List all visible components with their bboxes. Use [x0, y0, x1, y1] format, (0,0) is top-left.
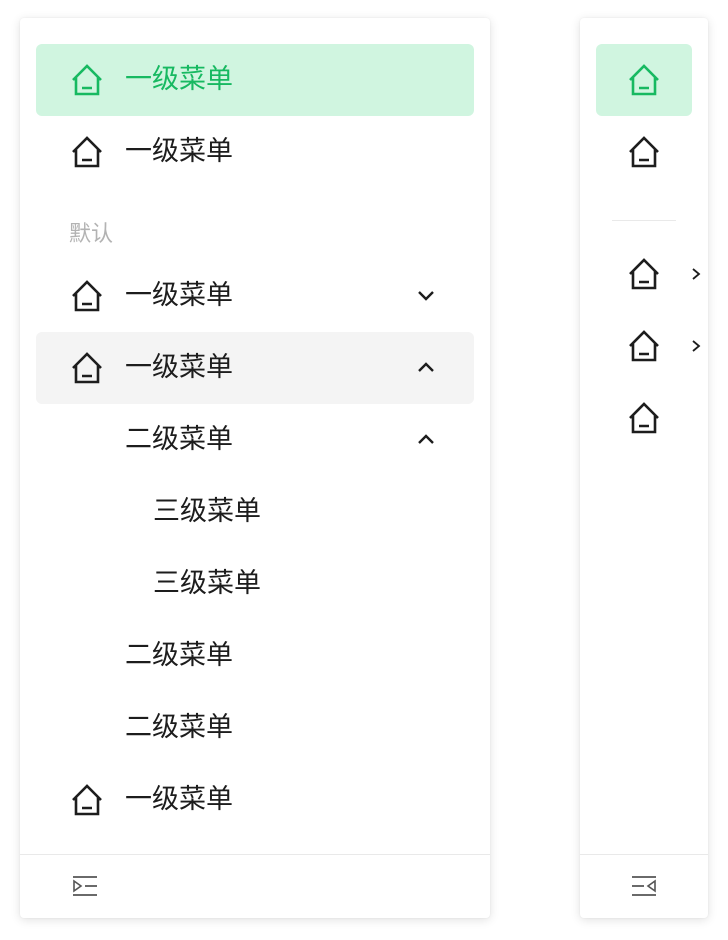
submenu-item-label: 二级菜单	[125, 424, 233, 455]
home-icon	[68, 349, 106, 387]
menu-item-label: 一级菜单	[125, 280, 233, 311]
third-level-item-label: 三级菜单	[153, 568, 261, 599]
collapsed-item-5[interactable]	[596, 382, 692, 454]
menu-collapsed	[580, 18, 708, 918]
submenu-item-3[interactable]: 二级菜单	[36, 692, 474, 764]
menu-expanded: 一级菜单 一级菜单 默认 一级菜单 一级菜单 二级菜单 三级菜单 三级菜单 二级…	[20, 18, 490, 918]
collapse-expand-icon[interactable]	[72, 875, 98, 897]
menu-item-1-active[interactable]: 一级菜单	[36, 44, 474, 116]
menu-item-3[interactable]: 一级菜单	[36, 260, 474, 332]
home-icon	[625, 399, 663, 437]
home-icon	[625, 61, 663, 99]
collapsed-item-1-active[interactable]	[596, 44, 692, 116]
menu-item-2[interactable]: 一级菜单	[36, 116, 474, 188]
third-level-item-1[interactable]: 三级菜单	[36, 476, 474, 548]
submenu-item-1[interactable]: 二级菜单	[36, 404, 474, 476]
menu-item-label: 一级菜单	[125, 136, 233, 167]
chevron-right-icon	[692, 268, 701, 280]
group-title: 默认	[69, 222, 114, 247]
chevron-up-icon[interactable]	[414, 428, 438, 452]
menu-item-label: 一级菜单	[125, 352, 233, 383]
home-icon	[68, 781, 106, 819]
home-icon	[68, 277, 106, 315]
menu-item-4-open[interactable]: 一级菜单	[36, 332, 474, 404]
menu-item-label: 一级菜单	[125, 64, 233, 95]
third-level-item-2[interactable]: 三级菜单	[36, 548, 474, 620]
menu-item-5[interactable]: 一级菜单	[36, 764, 474, 836]
home-icon	[625, 327, 663, 365]
chevron-up-icon[interactable]	[414, 356, 438, 380]
home-icon	[625, 133, 663, 171]
submenu-item-label: 二级菜单	[125, 640, 233, 671]
home-icon	[625, 255, 663, 293]
menu-item-label: 一级菜单	[125, 784, 233, 815]
home-icon	[68, 61, 106, 99]
chevron-down-icon[interactable]	[414, 284, 438, 308]
submenu-item-2[interactable]: 二级菜单	[36, 620, 474, 692]
footer-divider	[20, 854, 490, 855]
footer-divider	[580, 854, 708, 855]
collapsed-item-3[interactable]	[596, 238, 701, 310]
chevron-right-icon	[692, 340, 701, 352]
collapse-expand-icon[interactable]	[631, 875, 657, 897]
submenu-item-label: 二级菜单	[125, 712, 233, 743]
third-level-item-label: 三级菜单	[153, 496, 261, 527]
group-divider	[612, 220, 676, 221]
home-icon	[68, 133, 106, 171]
collapsed-item-4[interactable]	[596, 310, 701, 382]
collapsed-item-2[interactable]	[596, 116, 692, 188]
